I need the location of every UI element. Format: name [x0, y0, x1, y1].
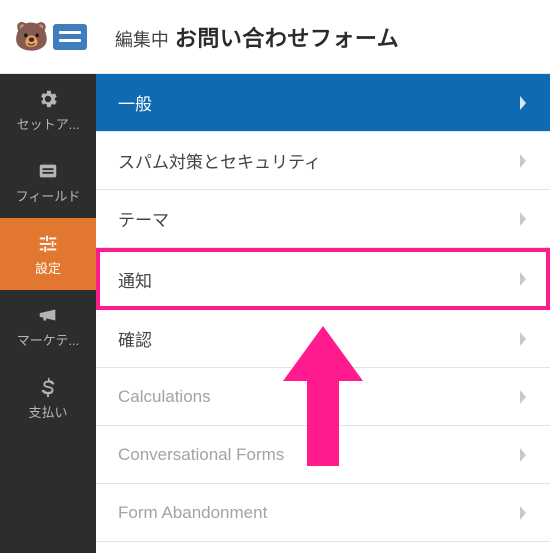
sidebar-item-settings[interactable]: 設定	[0, 218, 96, 290]
settings-item-spam[interactable]: スパム対策とセキュリティ	[96, 132, 550, 190]
settings-item-abandonment[interactable]: Form Abandonment	[96, 484, 550, 542]
form-icon	[53, 24, 87, 50]
title-prefix: 編集中	[115, 26, 169, 52]
bear-icon: 🐻	[14, 23, 49, 51]
settings-item-label: Calculations	[118, 387, 211, 407]
settings-item-theme[interactable]: テーマ	[96, 190, 550, 248]
settings-item-label: スパム対策とセキュリティ	[118, 148, 321, 173]
sidebar-item-payments[interactable]: 支払い	[0, 362, 96, 434]
chevron-right-icon	[518, 331, 528, 347]
app-logo: 🐻	[14, 23, 87, 51]
sidebar-item-setup[interactable]: セットア...	[0, 74, 96, 146]
settings-item-notifications[interactable]: 通知	[96, 248, 550, 310]
sidebar-item-marketing[interactable]: マーケテ...	[0, 290, 96, 362]
settings-item-calculations[interactable]: Calculations	[96, 368, 550, 426]
chevron-right-icon	[518, 95, 528, 111]
settings-item-label: テーマ	[118, 206, 169, 231]
settings-item-label: Form Abandonment	[118, 503, 267, 523]
sidebar-item-label: フィールド	[16, 186, 81, 205]
settings-item-label: Conversational Forms	[118, 445, 284, 465]
settings-item-label: 通知	[118, 267, 152, 292]
chevron-right-icon	[518, 153, 528, 169]
settings-item-conversational[interactable]: Conversational Forms	[96, 426, 550, 484]
title-main: お問い合わせフォーム	[175, 21, 399, 53]
settings-item-label: 一般	[118, 90, 152, 115]
sliders-icon	[37, 232, 59, 254]
list-icon	[37, 160, 59, 182]
gear-icon	[37, 88, 59, 110]
megaphone-icon	[37, 304, 59, 326]
dollar-icon	[37, 376, 59, 398]
settings-item-confirm[interactable]: 確認	[96, 310, 550, 368]
settings-item-general[interactable]: 一般	[96, 74, 550, 132]
sidebar: セットア... フィールド 設定 マーケテ...	[0, 74, 96, 553]
chevron-right-icon	[518, 505, 528, 521]
chevron-right-icon	[518, 211, 528, 227]
sidebar-item-label: 設定	[35, 258, 61, 277]
settings-item-label: 確認	[118, 326, 152, 351]
settings-panel: 一般 スパム対策とセキュリティ テーマ 通知 確認 Calculations	[96, 74, 550, 553]
sidebar-item-label: セットア...	[17, 114, 80, 133]
sidebar-item-label: 支払い	[28, 402, 67, 421]
chevron-right-icon	[518, 389, 528, 405]
chevron-right-icon	[518, 271, 528, 287]
page-title: 編集中 お問い合わせフォーム	[115, 21, 399, 53]
sidebar-item-fields[interactable]: フィールド	[0, 146, 96, 218]
chevron-right-icon	[518, 447, 528, 463]
topbar: 🐻 編集中 お問い合わせフォーム	[0, 0, 550, 74]
sidebar-item-label: マーケテ...	[17, 330, 80, 349]
